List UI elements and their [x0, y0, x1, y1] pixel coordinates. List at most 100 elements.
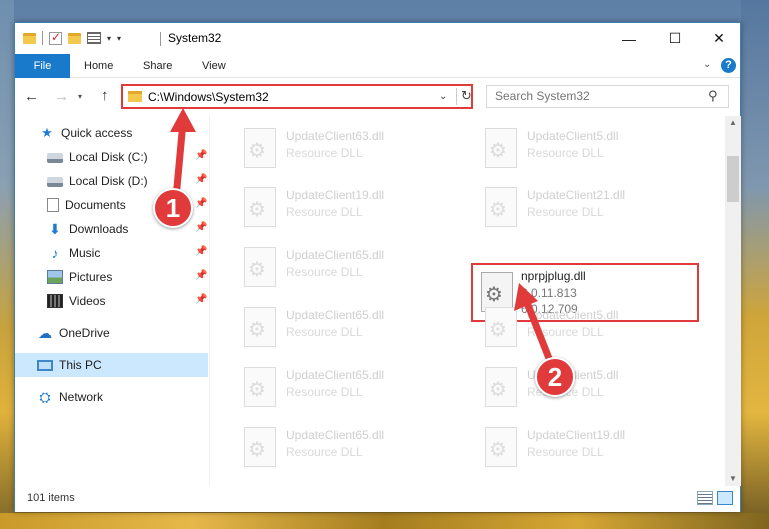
minimize-button[interactable]: —: [606, 23, 652, 54]
pin-icon: 📌: [195, 174, 208, 185]
pictures-icon: [47, 270, 63, 284]
file-description: Resource DLL: [527, 205, 604, 219]
scroll-thumb[interactable]: [727, 156, 739, 202]
file-name: UpdateClient65.dll: [286, 308, 385, 322]
sidebar-item-videos[interactable]: Videos 📌: [15, 289, 208, 313]
customize-toolbar-chevron-icon[interactable]: ▾: [107, 34, 111, 43]
close-button[interactable]: ✕: [696, 23, 742, 54]
sidebar-item-onedrive[interactable]: ☁ OneDrive: [15, 321, 208, 345]
pin-icon: 📌: [195, 294, 208, 305]
network-icon: ⛭: [39, 389, 51, 405]
maximize-button[interactable]: ☐: [652, 23, 698, 54]
toolbar-dropdown-icon[interactable]: ▾: [117, 34, 121, 43]
file-name: UpdateClient5.dll: [527, 129, 619, 143]
file-description: Resource DLL: [527, 445, 604, 459]
wallpaper-right: [741, 0, 769, 529]
dll-file-icon: [244, 307, 276, 347]
scroll-up-arrow-icon[interactable]: ▲: [729, 118, 737, 127]
dll-file-icon: [485, 187, 517, 227]
file-description: Resource DLL: [286, 205, 363, 219]
file-tile[interactable]: UpdateClient65.dll Resource DLL: [234, 361, 464, 409]
pin-icon: 📌: [195, 246, 208, 257]
sidebar-item-label: Downloads: [69, 222, 129, 236]
sidebar-item-label: Local Disk (C:): [69, 150, 148, 164]
address-path[interactable]: C:\Windows\System32: [148, 90, 269, 104]
pin-icon: 📌: [195, 198, 208, 209]
address-dropdown-chevron-icon[interactable]: ⌄: [439, 91, 447, 102]
new-folder-icon[interactable]: [68, 32, 81, 44]
search-input[interactable]: [495, 89, 695, 103]
file-tile[interactable]: UpdateClient65.dll Resource DLL: [234, 241, 464, 289]
star-icon: ★: [41, 125, 53, 140]
pin-icon: 📌: [195, 270, 208, 281]
tab-file[interactable]: File: [15, 54, 70, 78]
file-name: UpdateClient63.dll: [286, 129, 385, 143]
step-2-badge: 2: [535, 357, 575, 397]
file-tile[interactable]: UpdateClient65.dll Resource DLL: [234, 301, 464, 349]
sidebar-item-this-pc[interactable]: This PC: [15, 353, 208, 377]
documents-icon: [47, 198, 59, 212]
explorer-window: ▾ ▾ System32 — ☐ ✕ File Home Share View …: [14, 22, 741, 512]
sidebar-item-local-disk-c[interactable]: Local Disk (C:) 📌: [15, 145, 208, 169]
file-tile[interactable]: UpdateClient19.dll Resource DLL: [475, 421, 705, 469]
sidebar-item-label: Documents: [65, 198, 126, 212]
file-description: Resource DLL: [527, 325, 604, 339]
sidebar-item-pictures[interactable]: Pictures 📌: [15, 265, 208, 289]
forward-arrow-icon[interactable]: →: [54, 88, 69, 105]
details-view-icon[interactable]: [697, 491, 713, 505]
file-tile[interactable]: UpdateClient19.dll Resource DLL: [234, 181, 464, 229]
back-arrow-icon[interactable]: ←: [24, 88, 39, 105]
file-description: Resource DLL: [286, 445, 363, 459]
sidebar-item-network[interactable]: ⛭ Network: [15, 385, 208, 409]
dll-file-icon: [485, 128, 517, 168]
pc-icon: [37, 359, 53, 371]
title-divider: [160, 32, 161, 46]
up-arrow-icon[interactable]: ↑: [101, 87, 109, 104]
large-icons-view-icon[interactable]: [717, 491, 733, 505]
tab-view[interactable]: View: [202, 54, 226, 78]
window-title: System32: [168, 31, 222, 45]
item-count: 101 items: [27, 492, 75, 504]
pin-icon: 📌: [195, 222, 208, 233]
file-tile[interactable]: UpdateClient63.dll Resource DLL: [234, 122, 464, 170]
folder-icon[interactable]: [23, 32, 36, 44]
expand-ribbon-chevron-icon[interactable]: ⌄: [703, 59, 711, 70]
ribbon: File Home Share View ⌄ ?: [15, 54, 740, 78]
sidebar-item-music[interactable]: ♪ Music 📌: [15, 241, 208, 265]
wallpaper-left: [0, 0, 14, 529]
sidebar-item-label: Pictures: [69, 270, 113, 284]
disk-icon: [47, 177, 63, 187]
help-icon[interactable]: ?: [721, 58, 736, 73]
tab-home[interactable]: Home: [84, 54, 113, 78]
file-tile[interactable]: UpdateClient5.dll Resource DLL: [475, 361, 705, 409]
file-list: UpdateClient63.dll Resource DLL UpdateCl…: [212, 116, 725, 486]
scroll-down-arrow-icon[interactable]: ▼: [729, 474, 737, 483]
dll-file-icon: [244, 427, 276, 467]
recent-locations-chevron-icon[interactable]: ▾: [78, 92, 82, 101]
dll-file-icon: [244, 247, 276, 287]
file-name: UpdateClient65.dll: [286, 368, 385, 382]
title-bar: ▾ ▾ System32 — ☐ ✕: [15, 23, 740, 54]
file-version: 6.0.11.813: [521, 286, 577, 300]
dll-file-icon: [485, 367, 517, 407]
properties-icon[interactable]: [87, 32, 101, 44]
refresh-icon[interactable]: ↻: [456, 88, 472, 105]
file-tile[interactable]: UpdateClient5.dll Resource DLL: [475, 122, 705, 170]
file-description: Resource DLL: [286, 265, 363, 279]
file-description: Resource DLL: [286, 385, 363, 399]
file-tile[interactable]: UpdateClient21.dll Resource DLL: [475, 181, 705, 229]
address-bar[interactable]: C:\Windows\System32 ⌄ ↻: [121, 84, 473, 109]
file-description: Resource DLL: [527, 146, 604, 160]
properties-check-icon[interactable]: [49, 30, 62, 45]
cloud-icon: ☁: [38, 325, 52, 341]
search-box[interactable]: ⚲: [486, 85, 729, 108]
dll-file-icon: [485, 307, 517, 347]
sidebar-item-quick-access[interactable]: ★ Quick access: [15, 121, 208, 145]
vertical-scrollbar[interactable]: ▲ ▼: [725, 116, 741, 486]
file-tile[interactable]: UpdateClient5.dll Resource DLL: [475, 301, 705, 349]
search-icon[interactable]: ⚲: [708, 88, 718, 104]
tab-share[interactable]: Share: [143, 54, 172, 78]
file-tile[interactable]: UpdateClient65.dll Resource DLL: [234, 421, 464, 469]
file-name: UpdateClient19.dll: [527, 428, 626, 442]
sidebar-item-label: Videos: [69, 294, 106, 308]
